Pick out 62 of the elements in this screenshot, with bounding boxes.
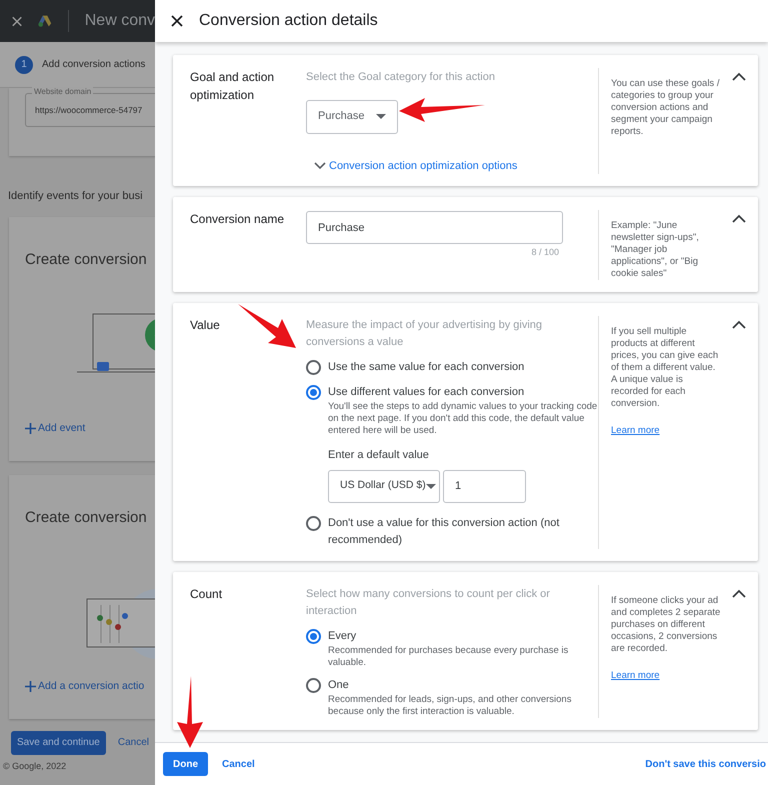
section-label: Value bbox=[190, 317, 221, 334]
cancel-link[interactable]: Cancel bbox=[222, 756, 255, 772]
currency-select[interactable]: US Dollar (USD $) bbox=[328, 470, 440, 502]
radio-label[interactable]: Don't use a value for this conversion action (not recommended) bbox=[328, 514, 598, 548]
pointer-arrow bbox=[177, 676, 203, 748]
optimization-options-link[interactable]: Conversion action optimization options bbox=[314, 158, 598, 174]
add-action-link[interactable]: Add a conversion actio bbox=[25, 679, 155, 695]
radio-button[interactable] bbox=[306, 360, 321, 375]
caret-down-icon bbox=[376, 114, 386, 119]
option-description: You'll see the steps to add dynamic values to your tracking code on the next page. If you don't add this code, the default value entered here will be used. bbox=[328, 401, 598, 437]
section-hint: Measure the impact of your advertising by giving conversions a value bbox=[306, 318, 544, 350]
chevron-up-icon[interactable] bbox=[732, 214, 746, 223]
conversion-name-field[interactable]: Purchase bbox=[306, 211, 563, 244]
step-number: 1 bbox=[15, 56, 33, 74]
section-heading: Identify events for your busi bbox=[8, 189, 144, 204]
chevron-down-icon bbox=[314, 162, 326, 170]
radio-label[interactable]: Use the same value for each conversion bbox=[328, 359, 524, 376]
radio-label[interactable]: One bbox=[328, 676, 598, 694]
section-hint: Select the Goal category for this action bbox=[306, 70, 496, 85]
learn-more-link[interactable]: Learn more bbox=[611, 424, 721, 438]
radio-button[interactable] bbox=[306, 678, 321, 692]
radio-button[interactable] bbox=[306, 628, 321, 644]
help-text: You can use these goals / categories to group your conversion actions and segment your campaign reports. bbox=[611, 78, 720, 138]
default-value-field[interactable]: 1 bbox=[443, 470, 526, 502]
logo-icon bbox=[38, 13, 52, 29]
radio-label[interactable]: Use different values for each conversion bbox=[328, 384, 598, 401]
radio-label[interactable]: Every bbox=[328, 628, 598, 644]
caret-down-icon bbox=[426, 484, 436, 488]
chevron-up-icon[interactable] bbox=[732, 72, 746, 81]
chevron-up-icon[interactable] bbox=[732, 588, 746, 598]
cancel-link[interactable]: Cancel bbox=[118, 735, 149, 750]
close-icon[interactable] bbox=[171, 15, 183, 27]
section-label: Conversion name bbox=[190, 211, 286, 228]
option-description: Recommended for leads, sign-ups, and other conversions because only the first interaction is valuable. bbox=[328, 694, 572, 718]
help-text: Example: "June newsletter sign-ups", "Manager job applications", or "Big cookie sales" bbox=[611, 220, 700, 280]
radio-button[interactable] bbox=[306, 516, 321, 530]
chevron-up-icon[interactable] bbox=[732, 320, 746, 329]
step-label: Add conversion actions bbox=[42, 58, 146, 72]
character-counter: 8 / 100 bbox=[530, 246, 560, 259]
dont-save-link[interactable]: Don't save this conversio bbox=[645, 756, 766, 772]
field-label: Website domain bbox=[32, 87, 94, 97]
option-description: Recommended for purchases because every purchase is valuable. bbox=[328, 644, 570, 668]
default-value-label: Enter a default value bbox=[328, 448, 430, 463]
plus-icon bbox=[25, 681, 36, 692]
card-title: Create conversion bbox=[25, 250, 148, 270]
plus-icon bbox=[25, 423, 36, 434]
radio-button[interactable] bbox=[306, 385, 321, 400]
pointer-arrow bbox=[238, 304, 296, 348]
save-and-continue-button[interactable]: Save and continue bbox=[11, 730, 106, 754]
goal-category-select[interactable]: Purchase bbox=[306, 100, 398, 134]
done-button[interactable]: Done bbox=[163, 752, 208, 776]
panel-title: Conversion action details bbox=[199, 11, 378, 31]
section-hint: Select how many conversions to count per click or interaction bbox=[306, 586, 551, 618]
learn-more-link[interactable]: Learn more bbox=[611, 668, 721, 683]
section-label: Count bbox=[190, 586, 224, 602]
help-text: If you sell multiple products at different prices, you can give each of them a different value. A unique value is recorded for each conversion. bbox=[611, 326, 720, 410]
card-title: Create conversion bbox=[25, 508, 148, 528]
app-title: New conv bbox=[84, 11, 155, 31]
add-action-link[interactable]: Add event bbox=[25, 421, 155, 437]
help-text: If someone clicks your ad and completes 2 separate purchases on different occasions, 2 conversions are recorded. bbox=[611, 594, 721, 654]
copyright-text: © Google, 2022 bbox=[3, 760, 68, 772]
section-label: Goal and action optimization bbox=[190, 69, 276, 104]
